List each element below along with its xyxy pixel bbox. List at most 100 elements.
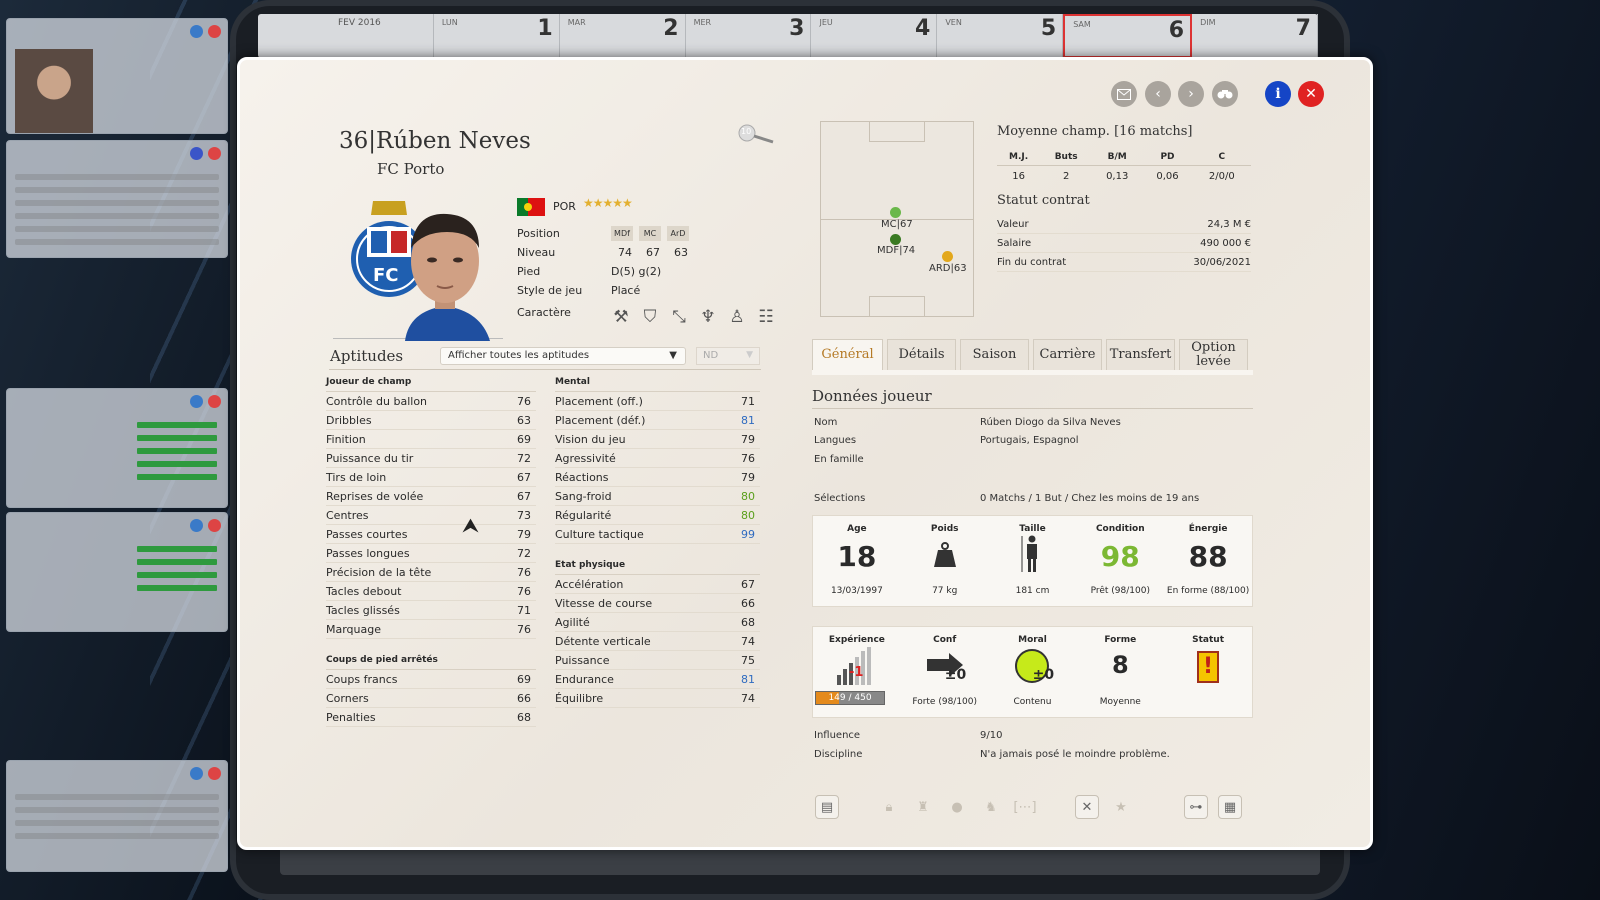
blacklist-button[interactable]: ✕ <box>1075 795 1099 819</box>
calendar-button[interactable]: ▦ <box>1218 795 1242 819</box>
zoom-button[interactable]: 10 <box>737 124 777 144</box>
day-number: 2 <box>663 16 679 41</box>
section-title: Etat physique <box>555 556 760 575</box>
info-icon: i <box>1275 86 1281 102</box>
contract-table: Valeur 24,3 M € Salaire 490 000 € Fin du c… <box>997 215 1251 272</box>
attribute-row: Tacles debout 76 <box>326 582 536 601</box>
meditation-icon[interactable]: ♙ <box>726 306 748 328</box>
section-title: Coups de pied arrêtés <box>326 651 536 670</box>
notes-button[interactable]: ▤ <box>815 795 839 819</box>
attribute-name: Vitesse de course <box>555 597 653 610</box>
nd-select[interactable]: ND <box>696 347 760 365</box>
lock-button[interactable]: 🔒︎ <box>877 795 901 819</box>
attribute-value: 76 <box>517 585 531 598</box>
shield-icon[interactable]: ⛉ <box>639 306 661 328</box>
next-player-button[interactable]: › <box>1178 81 1204 107</box>
attribute-row: Tirs de loin 67 <box>326 468 536 487</box>
chevron-right-icon: › <box>1188 86 1194 102</box>
speech-bubble-icon: ● <box>951 799 963 815</box>
stat-title: Condition <box>1095 524 1145 534</box>
previous-player-button[interactable]: ‹ <box>1145 81 1171 107</box>
attribute-value: 71 <box>741 395 755 408</box>
attribute-row: Placement (déf.) 81 <box>555 411 760 430</box>
talk-button[interactable]: ● <box>945 795 969 819</box>
bracket-icon: [⋯] <box>1013 799 1037 815</box>
experience-value: 149 / 450 <box>828 693 872 703</box>
nationality-code: POR <box>553 200 576 213</box>
average-table: M.J. Buts B/M PD C 16 2 0,13 0,06 2/0/0 <box>997 149 1251 187</box>
attribute-name: Accélération <box>555 578 624 591</box>
style-label: Style de jeu <box>517 284 583 297</box>
section-title: Joueur de champ <box>326 373 536 392</box>
attribute-value: 68 <box>741 616 755 629</box>
gym-button[interactable]: ⊶ <box>1184 795 1208 819</box>
stat-sub: Moyenne <box>1099 697 1141 707</box>
calendar-month: FEV 2016 <box>258 14 434 58</box>
attribute-name: Placement (off.) <box>555 395 643 408</box>
attribute-row: Équilibre 74 <box>555 689 760 708</box>
mental-column: Mental Placement (off.) 71 Placement (déf.… <box>555 373 760 708</box>
attribute-row: Endurance 81 <box>555 670 760 689</box>
attribute-row: Penalties 68 <box>326 708 536 727</box>
attribute-row: Accélération 67 <box>555 575 760 594</box>
attribute-row: Finition 69 <box>326 430 536 449</box>
attribute-row: Coups francs 69 <box>326 670 536 689</box>
attribute-name: Endurance <box>555 673 614 686</box>
info-button[interactable]: i <box>1265 81 1291 107</box>
training-button[interactable]: ♞ <box>979 795 1003 819</box>
tab-transfert[interactable]: Transfert <box>1106 339 1175 370</box>
attribute-value: 68 <box>517 711 531 724</box>
scout-button[interactable] <box>1212 81 1238 107</box>
tab-details[interactable]: Détails <box>887 339 956 370</box>
foot-value: D(5) g(2) <box>611 265 662 278</box>
tie-icon[interactable]: ♆ <box>697 306 719 328</box>
position-dot <box>890 234 901 245</box>
day-name: MER <box>693 18 712 27</box>
zoom-level: 10 <box>741 127 752 136</box>
stat-sub: Contenu <box>1013 697 1052 707</box>
attribute-value: 76 <box>741 452 755 465</box>
team-icon[interactable]: ☷ <box>755 306 777 328</box>
section-title: Mental <box>555 373 760 392</box>
attribute-name: Détente verticale <box>555 635 651 648</box>
attribute-value: 79 <box>517 528 531 541</box>
attribute-row: Puissance 75 <box>555 651 760 670</box>
position-badge: ArD <box>667 226 689 241</box>
tackle-icon[interactable]: ⤡ <box>668 306 690 328</box>
coach-button[interactable]: ♜ <box>911 795 935 819</box>
attribute-name: Vision du jeu <box>555 433 626 446</box>
tab-general[interactable]: Général <box>812 339 883 370</box>
coach-icon: ♜ <box>917 799 929 815</box>
loan-button[interactable]: [⋯] <box>1013 795 1037 819</box>
favorite-button[interactable]: ★ <box>1109 795 1133 819</box>
close-button[interactable]: ✕ <box>1298 81 1324 107</box>
tab-carriere[interactable]: Carrière <box>1033 339 1102 370</box>
attribute-row: Sang-froid 80 <box>555 487 760 506</box>
day-name: VEN <box>945 18 962 27</box>
contract-value: 490 000 € <box>1200 238 1251 249</box>
wrench-icon[interactable]: ⚒ <box>610 306 632 328</box>
panel-header <box>7 19 227 45</box>
col-header: B/M <box>1092 149 1143 166</box>
attribute-name: Contrôle du ballon <box>326 395 428 408</box>
player-profile-modal: ‹ › i ✕ 36|Rúben Neves FC Porto 10 FC PO… <box>237 57 1373 850</box>
foot-row: Pied D(5) g(2) <box>517 262 695 281</box>
stat-value: 8 <box>1111 651 1129 679</box>
aptitudes-filter-select[interactable]: Afficher toutes les aptitudes <box>440 347 686 365</box>
selections-key: Sélections <box>814 493 866 504</box>
attribute-row: Agilité 68 <box>555 613 760 632</box>
physical-stats: Age 18 13/03/1997 Poids 77 kg Taille 181 c… <box>812 515 1253 607</box>
dumbbell-icon: ⊶ <box>1189 799 1203 815</box>
attribute-row: Corners 66 <box>326 689 536 708</box>
mail-button[interactable] <box>1111 81 1137 107</box>
club-name[interactable]: FC Porto <box>377 160 444 178</box>
position-label: MDF|74 <box>877 245 916 256</box>
day-number: 1 <box>537 16 553 41</box>
stat-title: Conf <box>933 635 957 645</box>
attribute-value: 81 <box>741 414 755 427</box>
tab-option-levee[interactable]: Option levée <box>1179 339 1248 370</box>
col-header: PD <box>1142 149 1193 166</box>
average-title: Moyenne champ. [16 matchs] <box>997 124 1193 139</box>
tab-saison[interactable]: Saison <box>960 339 1029 370</box>
attribute-name: Placement (déf.) <box>555 414 646 427</box>
